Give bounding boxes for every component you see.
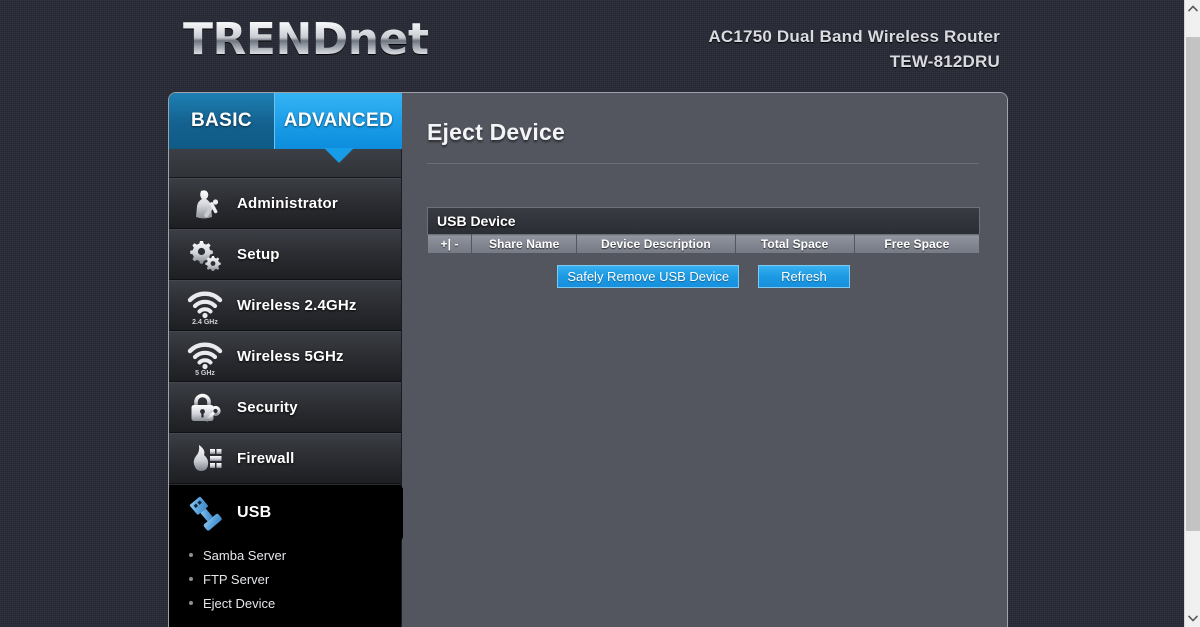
sidebar-item-wireless-24ghz-label: Wireless 2.4GHz <box>237 297 357 314</box>
scrollbar-track[interactable] <box>1185 17 1200 610</box>
svg-text:5 GHz: 5 GHz <box>195 370 215 376</box>
scroll-down-arrow-icon[interactable] <box>1185 610 1200 627</box>
sidebar-item-firewall-label: Firewall <box>237 450 295 467</box>
bullet-icon <box>189 553 193 557</box>
sidebar-item-wireless-24ghz[interactable]: 2.4 GHz Wireless 2.4GHz <box>169 280 401 331</box>
page-title: Eject Device <box>427 119 565 145</box>
tab-active-pointer-icon <box>323 148 354 163</box>
sidebar-menu: Administrator Setup 2.4 GHz Wireless 2.4… <box>169 178 416 627</box>
sidebar-subitem-samba-server[interactable]: Samba Server <box>169 543 401 567</box>
scroll-up-arrow-icon[interactable] <box>1185 0 1200 17</box>
sidebar-item-usb[interactable]: USB <box>169 485 401 541</box>
sidebar-submenu-usb: Samba Server FTP Server Eject Device <box>169 541 401 627</box>
sidebar-subitem-ftp-server[interactable]: FTP Server <box>169 567 401 591</box>
sidebar-item-security-label: Security <box>237 399 298 416</box>
sidebar-item-security[interactable]: Security <box>169 382 401 433</box>
title-divider <box>427 163 979 164</box>
usb-icon <box>183 494 227 532</box>
safely-remove-usb-device-button[interactable]: Safely Remove USB Device <box>557 265 740 288</box>
sidebar-subitem-eject-device[interactable]: Eject Device <box>169 591 401 615</box>
page-scrollbar[interactable] <box>1184 0 1200 627</box>
sidebar-item-wireless-5ghz[interactable]: 5 GHz Wireless 5GHz <box>169 331 401 382</box>
tab-basic-label: BASIC <box>190 110 253 131</box>
wifi-icon: 5 GHz <box>183 338 227 376</box>
product-model: TEW-812DRU <box>889 52 1000 71</box>
column-header-share-name: Share Name <box>471 234 578 254</box>
tab-advanced-label: ADVANCED <box>283 110 394 131</box>
usb-device-table: +| - Share Name Device Description Total… <box>426 234 981 254</box>
action-button-row: Safely Remove USB Device Refresh <box>427 265 980 288</box>
sidebar-subitem-eject-device-label: Eject Device <box>203 595 276 611</box>
administrator-icon <box>183 185 227 223</box>
sidebar-item-firewall[interactable]: Firewall <box>169 433 401 484</box>
sidebar-subitem-ftp-server-label: FTP Server <box>203 571 270 587</box>
logo-text: TRENDnet <box>183 14 429 65</box>
trendnet-logo: TRENDnet <box>183 18 429 62</box>
bullet-icon <box>189 577 193 581</box>
sidebar-item-setup[interactable]: Setup <box>169 229 401 280</box>
sidebar-item-administrator-label: Administrator <box>237 195 338 212</box>
tab-basic[interactable]: BASIC <box>169 93 275 149</box>
mode-tabs: BASIC ADVANCED <box>169 93 402 163</box>
page-viewport: TRENDnet AC1750 Dual Band Wireless Route… <box>0 0 1184 627</box>
refresh-button[interactable]: Refresh <box>758 265 850 288</box>
column-header-total-space: Total Space <box>734 234 855 254</box>
sidebar-subitem-samba-server-label: Samba Server <box>203 547 287 563</box>
gears-icon <box>183 236 227 274</box>
product-info: AC1750 Dual Band Wireless Router TEW-812… <box>708 24 1000 74</box>
product-name: AC1750 Dual Band Wireless Router <box>708 27 1000 46</box>
lock-key-icon <box>183 389 227 427</box>
sidebar: BASIC ADVANCED Administrator Setup 2.4 G… <box>169 93 416 627</box>
svg-text:2.4 GHz: 2.4 GHz <box>192 319 218 325</box>
usb-device-panel: USB Device +| - Share Name Device Descri… <box>426 207 981 288</box>
sidebar-item-administrator[interactable]: Administrator <box>169 178 401 229</box>
sidebar-item-setup-label: Setup <box>237 246 280 263</box>
sidebar-item-usb-label: USB <box>237 504 272 521</box>
firewall-flame-icon <box>183 440 227 478</box>
usb-device-panel-title: USB Device <box>427 207 980 234</box>
wifi-icon: 2.4 GHz <box>183 287 227 325</box>
column-header-device-description: Device Description <box>576 234 736 254</box>
page-header: TRENDnet AC1750 Dual Band Wireless Route… <box>0 0 1184 90</box>
scrollbar-thumb[interactable] <box>1186 37 1200 531</box>
content-area: Eject Device USB Device +| - Share Name … <box>403 93 1007 627</box>
sidebar-tab-divider <box>169 149 401 178</box>
bullet-icon <box>189 601 193 605</box>
table-header-row: +| - Share Name Device Description Total… <box>426 234 981 254</box>
sidebar-group-usb: USB Samba Server FTP Server Eject Device <box>169 484 416 627</box>
main-frame: BASIC ADVANCED Administrator Setup 2.4 G… <box>168 92 1008 627</box>
tab-advanced[interactable]: ADVANCED <box>275 93 402 163</box>
column-header-free-space: Free Space <box>853 234 981 254</box>
column-header-addremove[interactable]: +| - <box>426 234 473 254</box>
sidebar-item-wireless-5ghz-label: Wireless 5GHz <box>237 348 344 365</box>
